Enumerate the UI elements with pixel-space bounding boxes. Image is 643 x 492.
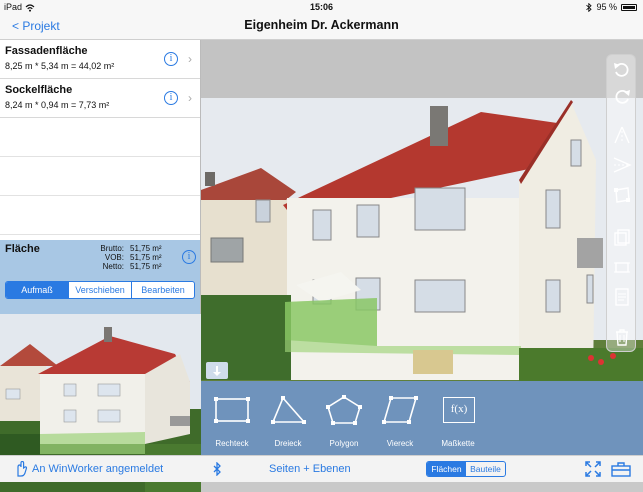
metric-value: 51,75 m² <box>130 253 162 262</box>
login-status[interactable]: An WinWorker angemeldet <box>32 463 163 475</box>
toolbox-icon[interactable] <box>611 461 631 477</box>
summary-metrics: Brutto: 51,75 m² VOB: 51,75 m² Netto: 51,75… <box>90 244 162 271</box>
battery-icon <box>621 3 637 11</box>
metric-key: Brutto: <box>100 244 124 253</box>
notes-icon[interactable] <box>612 287 632 307</box>
expand-icon[interactable] <box>585 461 601 477</box>
trash-icon[interactable] <box>612 327 632 347</box>
formula-icon: f(x) <box>443 397 475 423</box>
info-icon[interactable]: i <box>164 52 178 66</box>
summary-label: Fläche <box>5 243 40 255</box>
quadrilateral-label: Viereck <box>386 439 414 448</box>
horizontal-perspective-icon[interactable] <box>612 155 632 175</box>
area-list-item[interactable]: Fassadenfläche 8,25 m * 5,34 m = 44,02 m… <box>0 40 200 79</box>
area-summary: Fläche Brutto: 51,75 m² VOB: 51,75 m² Nett… <box>0 240 200 314</box>
toggle-bauteile[interactable]: Bauteile <box>466 462 505 476</box>
copy-layer-icon[interactable] <box>612 227 632 247</box>
chevron-right-icon: › <box>188 91 192 105</box>
frame-icon[interactable] <box>612 257 632 277</box>
crop-transform-icon[interactable] <box>612 185 632 205</box>
mode-aufmass-button[interactable]: Aufmaß <box>6 282 68 298</box>
area-list-panel: Fassadenfläche 8,25 m * 5,34 m = 44,02 m… <box>0 40 201 492</box>
empty-row <box>0 196 200 235</box>
info-icon[interactable]: i <box>182 250 196 264</box>
mode-segmented-control: Aufmaß Verschieben Bearbeiten <box>5 281 195 299</box>
rectangle-label: Rechteck <box>215 439 249 448</box>
pages-layers-button[interactable]: Seiten + Ebenen <box>269 463 351 475</box>
dimension-chain-tool-button[interactable]: f(x) Maßkette <box>433 393 483 449</box>
metric-value: 51,75 m² <box>130 262 162 271</box>
bottom-bar: An WinWorker angemeldet Seiten + Ebenen … <box>0 455 643 482</box>
triangle-tool-button[interactable]: Dreieck <box>263 393 313 449</box>
status-time: 15:06 <box>309 2 334 12</box>
empty-row <box>0 118 200 157</box>
arrow-down-icon <box>213 365 221 376</box>
metric-key: Netto: <box>102 262 124 271</box>
mode-bearbeiten-button[interactable]: Bearbeiten <box>131 282 194 298</box>
collapse-toolbar-button[interactable] <box>206 362 228 379</box>
polygon-tool-button[interactable]: Polygon <box>319 393 369 449</box>
status-right: 95 % <box>586 2 637 12</box>
page-title: Eigenheim Dr. Ackermann <box>244 18 399 32</box>
rectangle-icon <box>214 397 250 423</box>
redo-icon[interactable] <box>612 87 632 107</box>
chevron-right-icon: › <box>188 52 192 66</box>
metric-key: VOB: <box>104 253 124 262</box>
metric-value: 51,75 m² <box>130 244 162 253</box>
bluetooth-icon <box>586 2 593 12</box>
quadrilateral-tool-button[interactable]: Viereck <box>375 393 425 449</box>
rectangle-tool-button[interactable]: Rechteck <box>207 393 257 449</box>
battery-percent: 95 % <box>596 2 617 12</box>
side-toolbar <box>606 54 636 352</box>
quadrilateral-icon <box>382 396 418 424</box>
view-toggle: Flächen Bauteile <box>426 461 506 477</box>
mode-verschieben-button[interactable]: Verschieben <box>68 282 131 298</box>
hand-icon <box>17 461 28 477</box>
status-bar: iPad 15:06 95 % <box>0 0 643 14</box>
info-icon[interactable]: i <box>164 91 178 105</box>
navigation-bar: < Projekt Eigenheim Dr. Ackermann <box>0 14 643 40</box>
vertical-perspective-icon[interactable] <box>612 125 632 145</box>
back-button[interactable]: < Projekt <box>12 19 60 33</box>
triangle-icon <box>271 396 306 424</box>
triangle-label: Dreieck <box>274 439 302 448</box>
undo-icon[interactable] <box>612 60 632 80</box>
dimension-chain-label: Maßkette <box>441 439 475 448</box>
toggle-flaechen[interactable]: Flächen <box>427 462 466 476</box>
shape-toolbar: Rechteck Dreieck Polygon Viereck f(x) Ma… <box>201 381 643 455</box>
empty-row <box>0 157 200 196</box>
area-list-item[interactable]: Sockelfläche 8,24 m * 0,94 m = 7,73 m² i… <box>0 79 200 118</box>
polygon-icon <box>326 395 362 425</box>
polygon-label: Polygon <box>329 439 359 448</box>
bluetooth-icon[interactable] <box>213 462 221 476</box>
